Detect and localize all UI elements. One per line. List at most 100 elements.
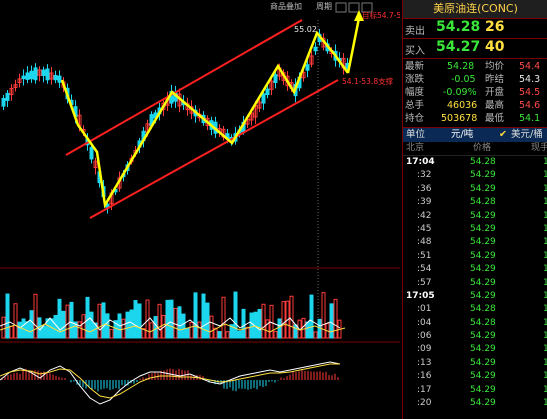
tick-price: 54.29 <box>470 290 496 301</box>
buy-row[interactable]: 买入 54.27 40 <box>403 39 547 59</box>
volume-bar <box>237 330 242 339</box>
unit-label: 单位 <box>406 129 426 140</box>
sell-volume: 26 <box>485 19 505 35</box>
tick-marker: 1 <box>543 357 547 370</box>
tick-time: :51 <box>417 250 432 261</box>
volume-bar <box>69 301 74 339</box>
peak-label: 55.02 <box>294 25 317 34</box>
tick-marker: 1 <box>543 277 547 290</box>
tick-price: 54.29 <box>470 183 496 194</box>
tick-price: 54.29 <box>470 277 496 288</box>
stats-table: 最新 54.28 均价 54.4 涨跌 -0.05 昨结 54.3 幅度 -0.… <box>403 59 547 128</box>
sell-row[interactable]: 卖出 54.28 26 <box>403 19 547 39</box>
tick-row: :48 54.29 1 <box>403 236 547 249</box>
volume-bar <box>241 308 246 339</box>
tick-row: :54 54.29 1 <box>403 263 547 276</box>
volume-bar <box>137 303 142 339</box>
volume-bar <box>273 330 278 339</box>
volume-bar <box>101 302 106 339</box>
volume-bar <box>177 306 182 339</box>
tick-row: :32 54.29 1 <box>403 169 547 182</box>
volume-bar <box>181 313 186 339</box>
volume-bar <box>153 316 158 339</box>
candle-body <box>53 74 58 81</box>
tick-marker: 1 <box>543 370 547 383</box>
unit-option[interactable]: 美元/桶 <box>511 128 543 142</box>
buy-volume: 40 <box>485 39 505 55</box>
volume-bar <box>53 314 58 339</box>
support-label: 54.1-53.8支撑 <box>342 76 394 86</box>
volume-bar <box>1 316 6 339</box>
volume-bar <box>173 307 178 339</box>
volume-bar <box>109 328 114 339</box>
candle-body <box>57 75 62 83</box>
volume-bar <box>293 324 298 339</box>
volume-bar <box>233 291 238 339</box>
volume-bar <box>321 292 326 339</box>
tick-row: :51 54.29 1 <box>403 250 547 263</box>
tick-price: 54.29 <box>470 384 496 395</box>
tick-time: :39 <box>417 197 432 208</box>
tick-marker: 1 <box>543 317 547 330</box>
volume-bar <box>125 311 130 339</box>
tick-price: 54.28 <box>470 304 496 315</box>
tick-list[interactable]: 17:0454.281:3254.291:3654.291:3954.281:4… <box>403 156 547 410</box>
tick-marker: 1 <box>543 236 547 249</box>
tick-time: :57 <box>417 277 432 288</box>
tick-row: :45 54.29 1 <box>403 223 547 236</box>
volume-bar <box>65 304 70 339</box>
stats-row: 最新 54.28 均价 54.4 <box>405 61 541 72</box>
tick-time: :06 <box>417 331 432 342</box>
tick-row: :42 54.29 1 <box>403 210 547 223</box>
tick-row: :01 54.28 1 <box>403 303 547 316</box>
tick-time: :20 <box>417 398 432 409</box>
tick-time: :01 <box>417 304 432 315</box>
volume-bar <box>9 325 14 339</box>
contract-title: 美原油连(CONC) <box>403 0 547 19</box>
price-chart[interactable]: 商品叠加 周期 55.02 目标54.7-55.1 54.1-53.8支撑 <box>0 0 400 419</box>
unit-value[interactable]: 元/吨 <box>451 128 473 142</box>
volume-bar <box>61 310 66 339</box>
candle-body <box>45 68 50 81</box>
volume-bar <box>289 295 294 339</box>
tick-time: :13 <box>417 357 432 368</box>
tick-time: :17 <box>417 384 432 395</box>
volume-bar <box>221 296 226 339</box>
cycle-button[interactable]: 周期 <box>316 2 332 11</box>
tick-marker: 1 <box>543 223 547 236</box>
tick-row: :13 54.29 1 <box>403 357 547 370</box>
volume-bar <box>33 293 38 339</box>
volume-bar <box>193 292 198 339</box>
candle-body <box>33 67 38 81</box>
volume-bar <box>185 327 190 339</box>
tick-price: 54.29 <box>470 170 496 181</box>
volume-bar <box>261 303 266 339</box>
volume-bars <box>1 291 342 339</box>
ticks-header: 北京 价格 现手 <box>403 142 547 156</box>
wave-path <box>60 30 350 209</box>
target-label: 目标54.7-55.1 <box>362 10 400 20</box>
tick-time: 17:04 <box>406 157 435 167</box>
unit-selector[interactable]: 单位 元/吨 ✔ 美元/桶 <box>403 128 547 142</box>
candle-body <box>29 70 34 80</box>
tick-price: 54.29 <box>470 264 496 275</box>
candlestick-series <box>1 29 350 214</box>
overlay-button[interactable]: 商品叠加 <box>270 1 302 11</box>
volume-bar <box>201 293 206 339</box>
col-city: 北京 <box>406 143 425 153</box>
volume-bar <box>197 321 202 339</box>
tick-row: :57 54.29 1 <box>403 277 547 290</box>
tick-price: 54.29 <box>470 344 496 355</box>
tick-time: :42 <box>417 210 432 221</box>
sell-label: 卖出 <box>405 26 425 37</box>
tick-time: 17:05 <box>406 290 435 301</box>
tick-price: 54.29 <box>470 250 496 261</box>
futures-terminal: 商品叠加 周期 55.02 目标54.7-55.1 54.1-53.8支撑 <box>0 0 547 419</box>
tick-row: :09 54.29 1 <box>403 343 547 356</box>
candle-body <box>21 75 26 80</box>
tick-price: 54.29 <box>470 398 496 409</box>
volume-bar <box>165 299 170 339</box>
candle-body <box>265 88 270 96</box>
candle-body <box>273 74 278 84</box>
candle-body <box>313 46 318 52</box>
